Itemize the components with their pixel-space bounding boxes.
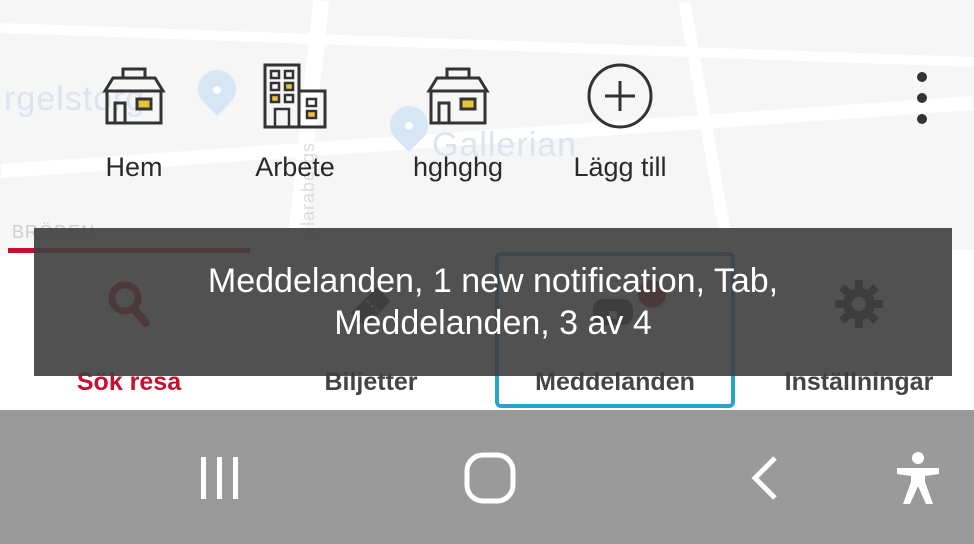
more-options-button[interactable] <box>905 68 939 128</box>
system-navigation-bar <box>0 410 974 544</box>
back-icon <box>751 456 777 500</box>
favorites-row: Hem Arbete hghghg Lägg till <box>0 56 974 196</box>
recents-icon <box>201 457 238 499</box>
favorite-label: Hem <box>105 152 163 182</box>
favorite-label: hghghg <box>412 152 504 182</box>
home-icon <box>464 452 516 504</box>
more-vertical-icon <box>917 72 927 82</box>
screen-reader-announcement: Meddelanden, 1 new notification, Tab, Me… <box>34 228 952 376</box>
announcement-line-2: Meddelanden, 3 av 4 <box>334 304 652 342</box>
announcement-line-1: Meddelanden, 1 new notification, Tab, <box>207 262 779 300</box>
favorite-label: Arbete <box>255 152 335 182</box>
favorite-work[interactable]: Arbete <box>225 56 365 183</box>
recents-button[interactable] <box>190 450 250 506</box>
home-button[interactable] <box>460 450 520 506</box>
favorite-label: Lägg till <box>573 152 667 182</box>
house-icon <box>94 56 174 136</box>
accessibility-icon <box>897 452 939 504</box>
add-circle-icon <box>580 56 660 136</box>
house-icon <box>418 56 498 136</box>
favorite-home[interactable]: Hem <box>64 56 204 183</box>
add-favorite-button[interactable]: Lägg till <box>550 56 690 183</box>
accessibility-button[interactable] <box>888 450 948 506</box>
favorite-custom[interactable]: hghghg <box>388 56 528 183</box>
office-building-icon <box>255 56 335 136</box>
back-button[interactable] <box>740 450 790 506</box>
